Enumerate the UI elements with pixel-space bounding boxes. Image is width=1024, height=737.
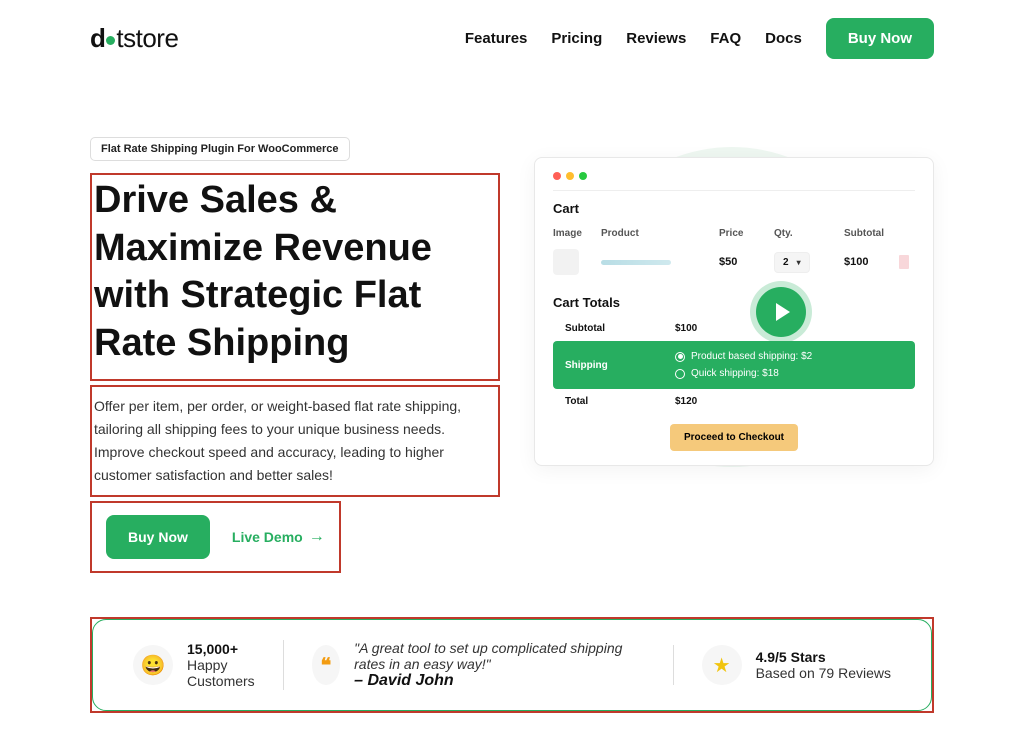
cart-header-row: Image Product Price Qty. Subtotal — [553, 224, 915, 243]
logo[interactable]: dtstore — [90, 23, 178, 54]
play-icon — [776, 303, 790, 321]
stat-testimonial: ❝ "A great tool to set up complicated sh… — [283, 640, 645, 690]
window-min-icon — [566, 172, 574, 180]
nav-reviews[interactable]: Reviews — [626, 30, 686, 47]
shipping-option-quick[interactable]: Quick shipping: $18 — [675, 368, 812, 379]
arrow-right-icon: → — [309, 528, 325, 546]
logo-prefix: d — [90, 23, 105, 53]
total-value: $120 — [675, 396, 697, 407]
delete-icon[interactable] — [899, 255, 909, 269]
window-close-icon — [553, 172, 561, 180]
radio-off-icon — [675, 369, 685, 379]
stats-highlight-box: 😀 15,000+ Happy Customers ❝ "A great too… — [90, 617, 934, 713]
chevron-down-icon: ▾ — [797, 258, 801, 267]
rating-subtitle: Based on 79 Reviews — [756, 665, 891, 681]
testimonial-text: "A great tool to set up complicated ship… — [354, 640, 644, 672]
cart-totals-title: Cart Totals — [553, 295, 915, 310]
nav-docs[interactable]: Docs — [765, 30, 802, 47]
cart-preview-card: Cart Image Product Price Qty. Subtotal $… — [534, 157, 934, 466]
logo-suffix: tstore — [116, 23, 178, 53]
stat-rating: ★ 4.9/5 Stars Based on 79 Reviews — [673, 645, 891, 685]
product-name-placeholder — [601, 260, 671, 265]
cart-totals: Subtotal $100 Shipping Product based shi… — [553, 316, 915, 414]
play-video-button[interactable] — [756, 287, 806, 337]
stats-bar: 😀 15,000+ Happy Customers ❝ "A great too… — [92, 619, 932, 711]
quantity-selector[interactable]: 2 ▾ — [774, 252, 810, 273]
main-nav: Features Pricing Reviews FAQ Docs Buy No… — [465, 18, 934, 59]
total-label: Total — [565, 396, 675, 407]
hero-description: Offer per item, per order, or weight-bas… — [94, 395, 496, 487]
shipping-row: Shipping Product based shipping: $2 Quic… — [553, 341, 915, 389]
hero-title: Drive Sales & Maximize Revenue with Stra… — [94, 177, 496, 367]
live-demo-label: Live Demo — [232, 529, 303, 545]
quote-icon: ❝ — [312, 645, 340, 685]
hdr-qty: Qty. — [774, 228, 844, 239]
rating-title: 4.9/5 Stars — [756, 649, 891, 665]
testimonial-author: – David John — [354, 672, 644, 690]
nav-features[interactable]: Features — [465, 30, 528, 47]
hero-description-box: Offer per item, per order, or weight-bas… — [90, 385, 500, 497]
shipping-option-product-based[interactable]: Product based shipping: $2 — [675, 351, 812, 362]
cart-title: Cart — [553, 201, 915, 216]
subtotal-row: Subtotal $100 — [553, 316, 915, 341]
star-icon: ★ — [702, 645, 742, 685]
customers-label-2: Customers — [187, 673, 255, 689]
hero-buy-now-button[interactable]: Buy Now — [106, 515, 210, 559]
nav-pricing[interactable]: Pricing — [551, 30, 602, 47]
ship-opt2-label: Quick shipping: $18 — [691, 368, 779, 379]
qty-value: 2 — [783, 257, 789, 268]
logo-dot-icon — [106, 36, 115, 45]
hdr-subtotal: Subtotal — [844, 228, 899, 239]
smile-icon: 😀 — [133, 645, 173, 685]
customers-count: 15,000+ — [187, 641, 255, 657]
window-controls — [553, 172, 915, 191]
product-thumb — [553, 249, 579, 275]
stat-customers: 😀 15,000+ Happy Customers — [133, 641, 255, 689]
hdr-price: Price — [719, 228, 774, 239]
window-max-icon — [579, 172, 587, 180]
cart-item-row: $50 2 ▾ $100 — [553, 243, 915, 281]
radio-on-icon — [675, 352, 685, 362]
proceed-checkout-button[interactable]: Proceed to Checkout — [670, 424, 798, 451]
item-subtotal: $100 — [844, 256, 899, 268]
customers-label-1: Happy — [187, 657, 255, 673]
item-price: $50 — [719, 256, 774, 268]
hdr-image: Image — [553, 228, 601, 239]
nav-faq[interactable]: FAQ — [710, 30, 741, 47]
shipping-label: Shipping — [565, 360, 675, 371]
total-row: Total $120 — [553, 389, 915, 414]
live-demo-link[interactable]: Live Demo → — [232, 528, 325, 546]
subtotal-label: Subtotal — [565, 323, 675, 334]
hdr-product: Product — [601, 228, 719, 239]
header-buy-now-button[interactable]: Buy Now — [826, 18, 934, 59]
hero-cta-box: Buy Now Live Demo → — [90, 501, 341, 573]
subtotal-value: $100 — [675, 323, 697, 334]
product-tag: Flat Rate Shipping Plugin For WooCommerc… — [90, 137, 350, 161]
hero-title-box: Drive Sales & Maximize Revenue with Stra… — [90, 173, 500, 381]
ship-opt1-label: Product based shipping: $2 — [691, 351, 812, 362]
